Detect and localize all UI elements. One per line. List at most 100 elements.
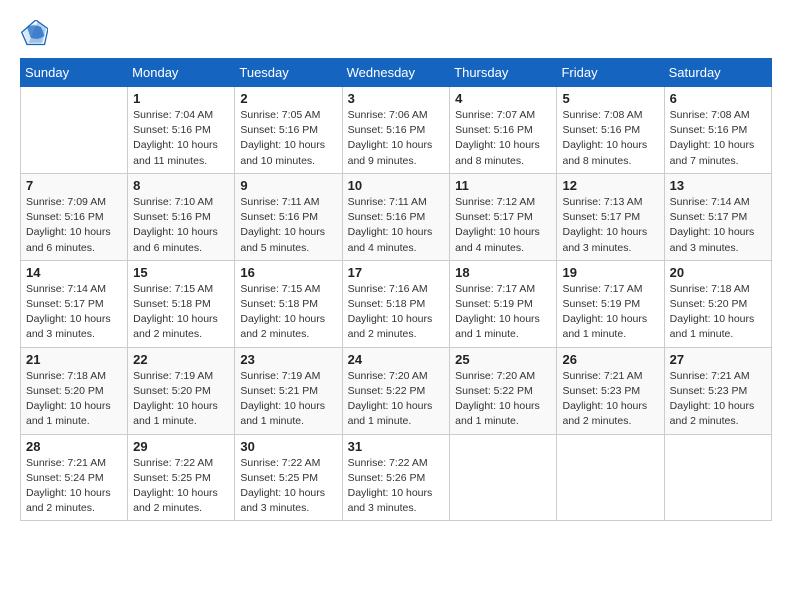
- calendar-cell: 19 Sunrise: 7:17 AM Sunset: 5:19 PM Dayli…: [557, 260, 664, 347]
- day-number: 21: [26, 352, 122, 367]
- calendar-cell: 14 Sunrise: 7:14 AM Sunset: 5:17 PM Dayli…: [21, 260, 128, 347]
- day-info: Sunrise: 7:16 AM Sunset: 5:18 PM Dayligh…: [348, 282, 445, 343]
- day-info: Sunrise: 7:12 AM Sunset: 5:17 PM Dayligh…: [455, 195, 551, 256]
- calendar-week-row: 7 Sunrise: 7:09 AM Sunset: 5:16 PM Daylig…: [21, 173, 772, 260]
- calendar-cell: 8 Sunrise: 7:10 AM Sunset: 5:16 PM Daylig…: [128, 173, 235, 260]
- calendar-cell: 25 Sunrise: 7:20 AM Sunset: 5:22 PM Dayli…: [450, 347, 557, 434]
- day-number: 9: [240, 178, 336, 193]
- day-info: Sunrise: 7:21 AM Sunset: 5:23 PM Dayligh…: [562, 369, 658, 430]
- day-number: 14: [26, 265, 122, 280]
- calendar-cell: [450, 434, 557, 521]
- calendar-cell: 3 Sunrise: 7:06 AM Sunset: 5:16 PM Daylig…: [342, 87, 450, 174]
- calendar-cell: 27Sunrise: 7:21 AM Sunset: 5:23 PM Dayli…: [664, 347, 771, 434]
- day-number: 27: [670, 352, 766, 367]
- day-number: 26: [562, 352, 658, 367]
- day-number: 29: [133, 439, 229, 454]
- day-number: 3: [348, 91, 445, 106]
- day-info: Sunrise: 7:15 AM Sunset: 5:18 PM Dayligh…: [240, 282, 336, 343]
- weekday-header: Friday: [557, 59, 664, 87]
- weekday-header: Wednesday: [342, 59, 450, 87]
- calendar-cell: 22 Sunrise: 7:19 AM Sunset: 5:20 PM Dayli…: [128, 347, 235, 434]
- day-number: 23: [240, 352, 336, 367]
- day-info: Sunrise: 7:11 AM Sunset: 5:16 PM Dayligh…: [348, 195, 445, 256]
- day-info: Sunrise: 7:20 AM Sunset: 5:22 PM Dayligh…: [455, 369, 551, 430]
- day-info: Sunrise: 7:09 AM Sunset: 5:16 PM Dayligh…: [26, 195, 122, 256]
- day-number: 8: [133, 178, 229, 193]
- day-info: Sunrise: 7:18 AM Sunset: 5:20 PM Dayligh…: [26, 369, 122, 430]
- calendar-cell: 16 Sunrise: 7:15 AM Sunset: 5:18 PM Dayli…: [235, 260, 342, 347]
- day-number: 10: [348, 178, 445, 193]
- calendar-cell: 17 Sunrise: 7:16 AM Sunset: 5:18 PM Dayli…: [342, 260, 450, 347]
- calendar-cell: 20Sunrise: 7:18 AM Sunset: 5:20 PM Dayli…: [664, 260, 771, 347]
- calendar-cell: [664, 434, 771, 521]
- calendar-cell: 23 Sunrise: 7:19 AM Sunset: 5:21 PM Dayli…: [235, 347, 342, 434]
- calendar-table: SundayMondayTuesdayWednesdayThursdayFrid…: [20, 58, 772, 521]
- day-info: Sunrise: 7:14 AM Sunset: 5:17 PM Dayligh…: [670, 195, 766, 256]
- calendar-week-row: 1 Sunrise: 7:04 AM Sunset: 5:16 PM Daylig…: [21, 87, 772, 174]
- page-header: [20, 20, 772, 48]
- day-number: 7: [26, 178, 122, 193]
- calendar-cell: [557, 434, 664, 521]
- weekday-header: Sunday: [21, 59, 128, 87]
- day-info: Sunrise: 7:17 AM Sunset: 5:19 PM Dayligh…: [455, 282, 551, 343]
- calendar-cell: 4 Sunrise: 7:07 AM Sunset: 5:16 PM Daylig…: [450, 87, 557, 174]
- calendar-cell: 21 Sunrise: 7:18 AM Sunset: 5:20 PM Dayli…: [21, 347, 128, 434]
- day-info: Sunrise: 7:05 AM Sunset: 5:16 PM Dayligh…: [240, 108, 336, 169]
- day-info: Sunrise: 7:04 AM Sunset: 5:16 PM Dayligh…: [133, 108, 229, 169]
- day-number: 4: [455, 91, 551, 106]
- calendar-cell: 11 Sunrise: 7:12 AM Sunset: 5:17 PM Dayli…: [450, 173, 557, 260]
- calendar-cell: 13 Sunrise: 7:14 AM Sunset: 5:17 PM Dayli…: [664, 173, 771, 260]
- day-info: Sunrise: 7:22 AM Sunset: 5:26 PM Dayligh…: [348, 456, 445, 517]
- day-number: 31: [348, 439, 445, 454]
- logo: [20, 20, 52, 48]
- calendar-week-row: 14 Sunrise: 7:14 AM Sunset: 5:17 PM Dayli…: [21, 260, 772, 347]
- day-number: 5: [562, 91, 658, 106]
- calendar-cell: 28Sunrise: 7:21 AM Sunset: 5:24 PM Dayli…: [21, 434, 128, 521]
- day-info: Sunrise: 7:19 AM Sunset: 5:20 PM Dayligh…: [133, 369, 229, 430]
- calendar-cell: 2 Sunrise: 7:05 AM Sunset: 5:16 PM Daylig…: [235, 87, 342, 174]
- day-number: 18: [455, 265, 551, 280]
- day-info: Sunrise: 7:08 AM Sunset: 5:16 PM Dayligh…: [670, 108, 766, 169]
- day-info: Sunrise: 7:06 AM Sunset: 5:16 PM Dayligh…: [348, 108, 445, 169]
- day-info: Sunrise: 7:19 AM Sunset: 5:21 PM Dayligh…: [240, 369, 336, 430]
- calendar-cell: 12 Sunrise: 7:13 AM Sunset: 5:17 PM Dayli…: [557, 173, 664, 260]
- day-info: Sunrise: 7:07 AM Sunset: 5:16 PM Dayligh…: [455, 108, 551, 169]
- day-number: 17: [348, 265, 445, 280]
- day-number: 6: [670, 91, 766, 106]
- calendar-cell: 1 Sunrise: 7:04 AM Sunset: 5:16 PM Daylig…: [128, 87, 235, 174]
- day-info: Sunrise: 7:22 AM Sunset: 5:25 PM Dayligh…: [133, 456, 229, 517]
- calendar-cell: [21, 87, 128, 174]
- day-number: 16: [240, 265, 336, 280]
- day-number: 28: [26, 439, 122, 454]
- day-number: 30: [240, 439, 336, 454]
- logo-icon: [20, 20, 48, 48]
- day-number: 22: [133, 352, 229, 367]
- day-number: 19: [562, 265, 658, 280]
- day-info: Sunrise: 7:17 AM Sunset: 5:19 PM Dayligh…: [562, 282, 658, 343]
- calendar-cell: 5Sunrise: 7:08 AM Sunset: 5:16 PM Daylig…: [557, 87, 664, 174]
- day-info: Sunrise: 7:13 AM Sunset: 5:17 PM Dayligh…: [562, 195, 658, 256]
- day-number: 20: [670, 265, 766, 280]
- day-number: 13: [670, 178, 766, 193]
- calendar-cell: 6 Sunrise: 7:08 AM Sunset: 5:16 PM Daylig…: [664, 87, 771, 174]
- day-number: 12: [562, 178, 658, 193]
- calendar-cell: 9Sunrise: 7:11 AM Sunset: 5:16 PM Daylig…: [235, 173, 342, 260]
- day-info: Sunrise: 7:20 AM Sunset: 5:22 PM Dayligh…: [348, 369, 445, 430]
- calendar-week-row: 28Sunrise: 7:21 AM Sunset: 5:24 PM Dayli…: [21, 434, 772, 521]
- calendar-cell: 24Sunrise: 7:20 AM Sunset: 5:22 PM Dayli…: [342, 347, 450, 434]
- day-number: 15: [133, 265, 229, 280]
- calendar-cell: 31 Sunrise: 7:22 AM Sunset: 5:26 PM Dayli…: [342, 434, 450, 521]
- calendar-cell: 7 Sunrise: 7:09 AM Sunset: 5:16 PM Daylig…: [21, 173, 128, 260]
- day-number: 2: [240, 91, 336, 106]
- day-number: 25: [455, 352, 551, 367]
- day-info: Sunrise: 7:14 AM Sunset: 5:17 PM Dayligh…: [26, 282, 122, 343]
- calendar-cell: 15 Sunrise: 7:15 AM Sunset: 5:18 PM Dayli…: [128, 260, 235, 347]
- day-number: 11: [455, 178, 551, 193]
- weekday-header-row: SundayMondayTuesdayWednesdayThursdayFrid…: [21, 59, 772, 87]
- weekday-header: Saturday: [664, 59, 771, 87]
- day-info: Sunrise: 7:10 AM Sunset: 5:16 PM Dayligh…: [133, 195, 229, 256]
- day-info: Sunrise: 7:15 AM Sunset: 5:18 PM Dayligh…: [133, 282, 229, 343]
- weekday-header: Monday: [128, 59, 235, 87]
- calendar-cell: 10 Sunrise: 7:11 AM Sunset: 5:16 PM Dayli…: [342, 173, 450, 260]
- day-number: 1: [133, 91, 229, 106]
